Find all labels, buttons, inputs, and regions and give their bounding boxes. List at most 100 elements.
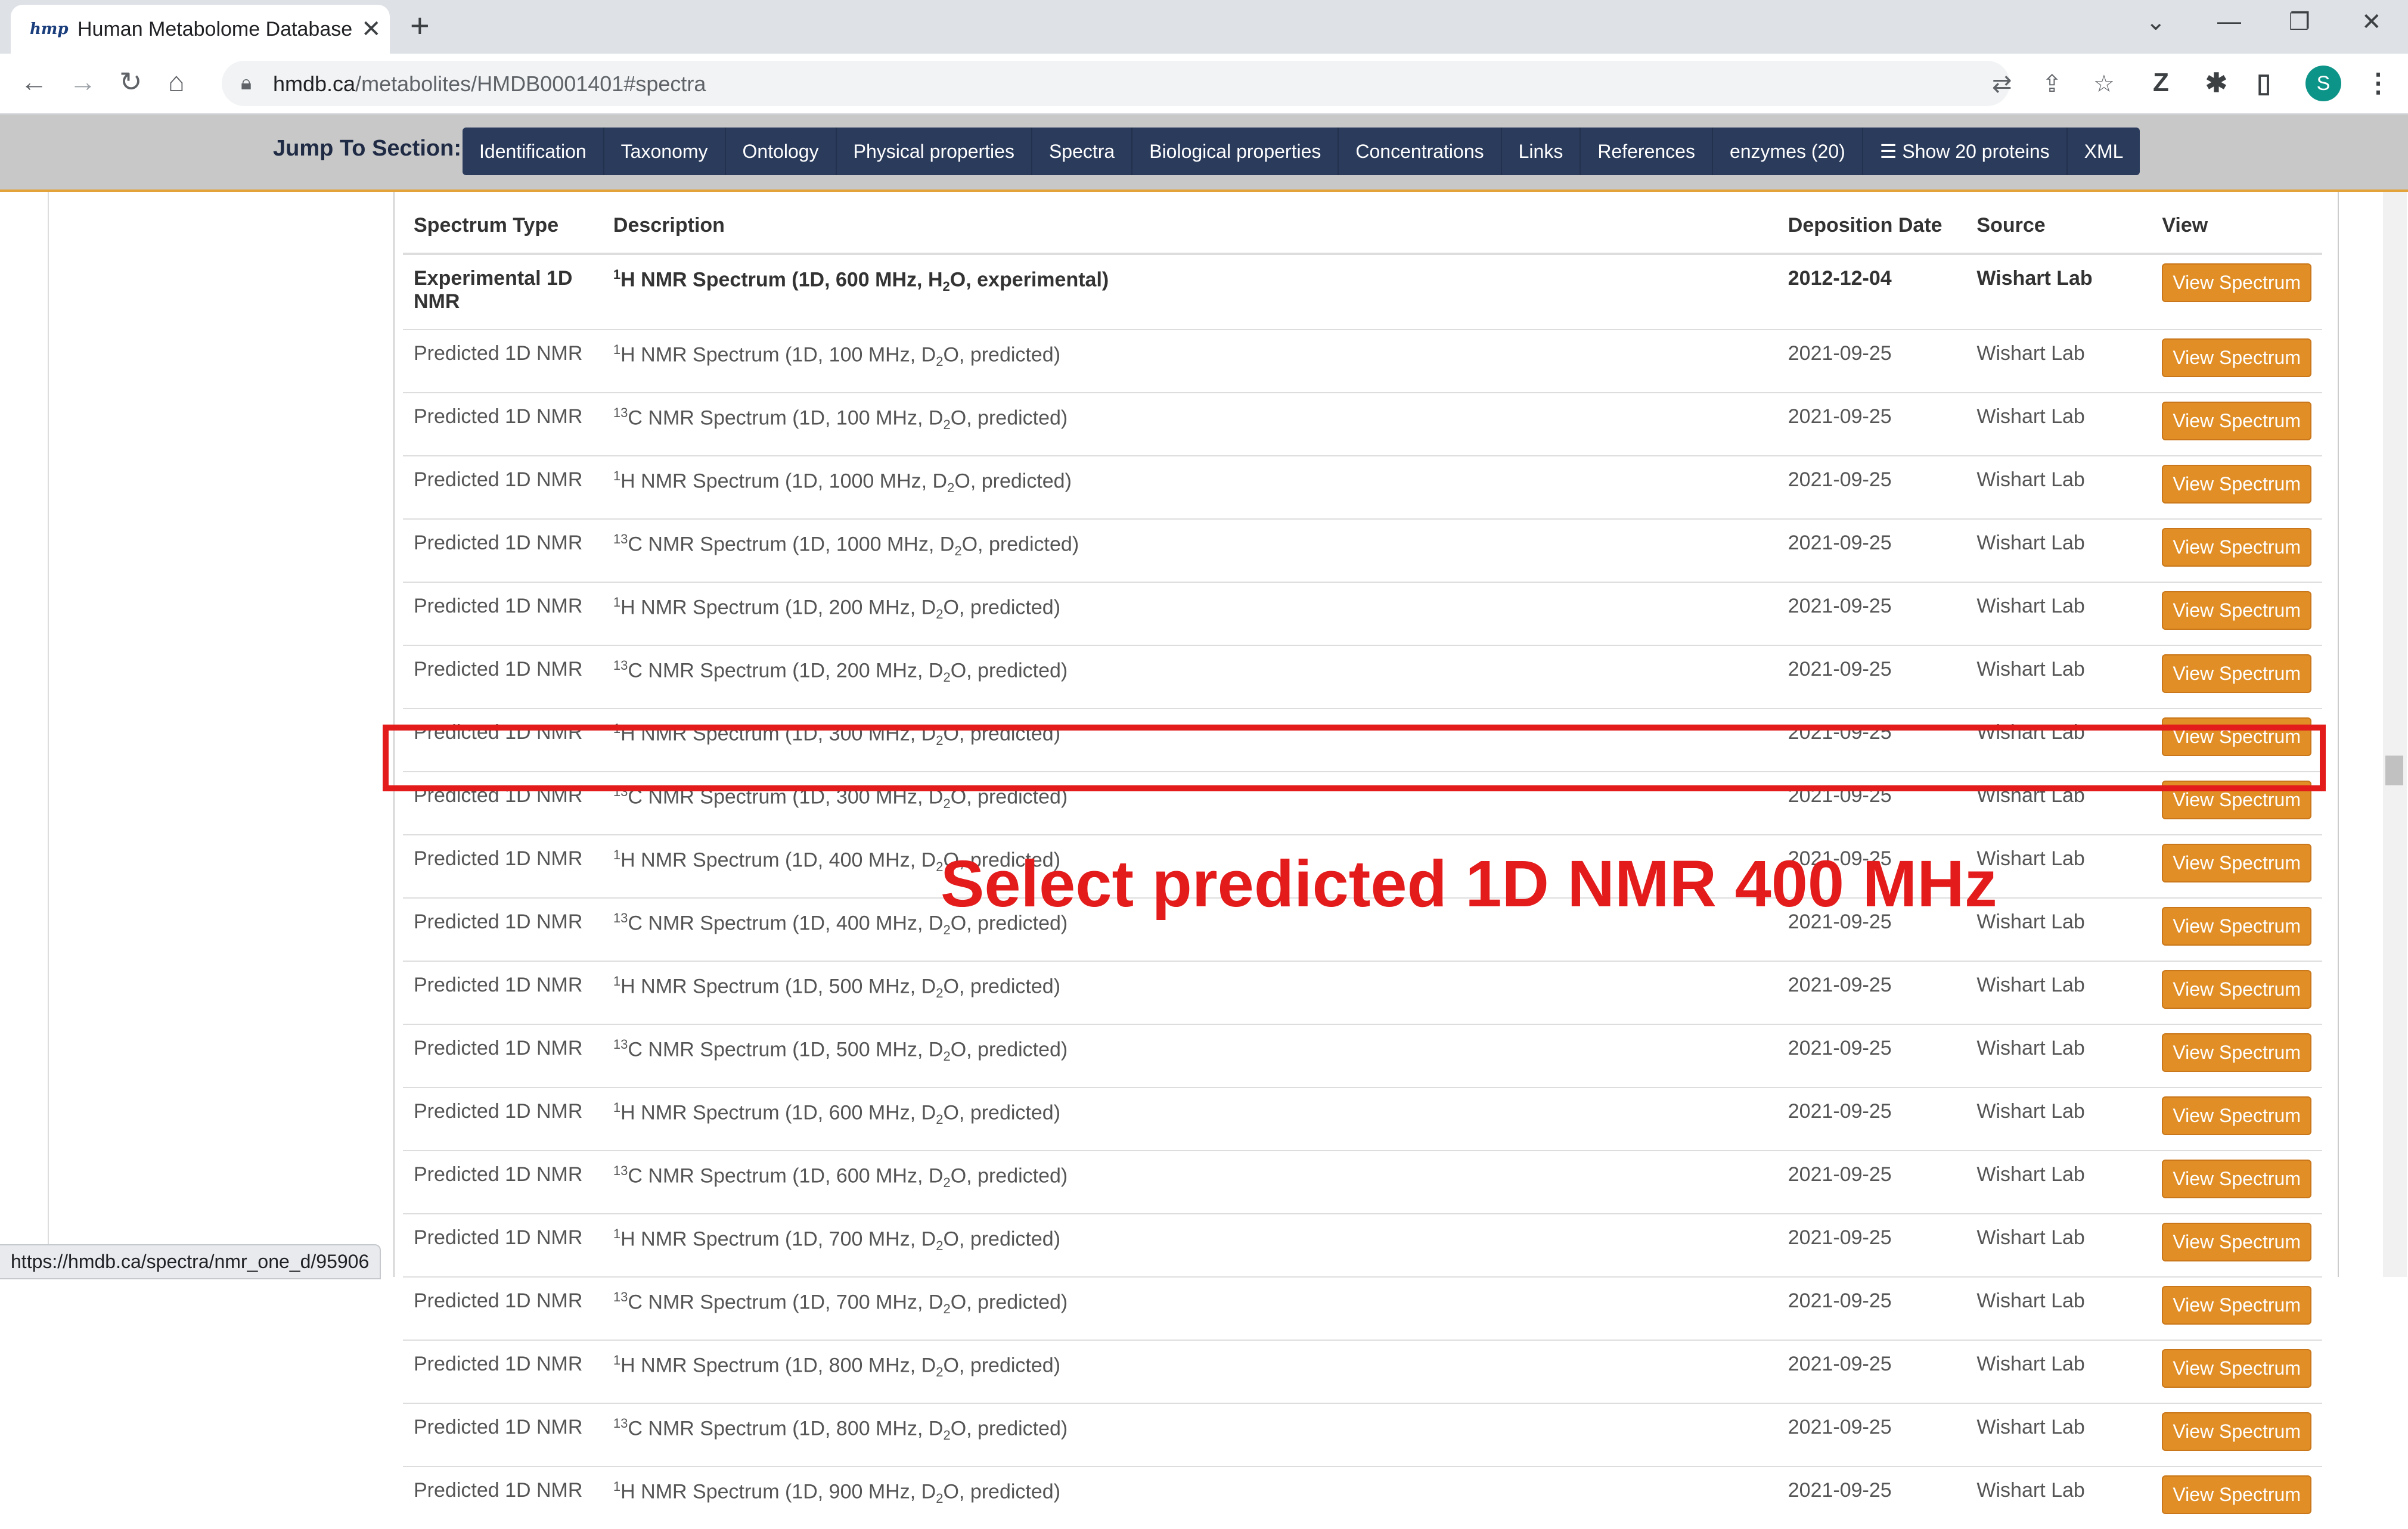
nucleus-text: C [628,1038,643,1061]
view-spectrum-button[interactable]: View Spectrum [2162,907,2311,946]
solvent-end-text: O [950,1164,967,1188]
isotope-number: 1 [613,595,621,610]
frequency-text: 500 MHz [828,975,910,998]
cell-deposition-date: 2012-12-04 [1777,253,1966,330]
cell-source: Wishart Lab [1966,1403,2152,1466]
jump-link-physical-properties[interactable]: Physical properties [837,128,1032,175]
translate-icon[interactable]: ⇄ [1992,70,2012,98]
view-spectrum-button[interactable]: View Spectrum [2162,1223,2311,1261]
frequency-text: 800 MHz [836,1417,917,1440]
profile-avatar[interactable]: S [2305,66,2341,101]
view-spectrum-button[interactable]: View Spectrum [2162,1412,2311,1451]
solvent-subscript: 2 [943,1428,951,1443]
nucleus-text: H [620,975,635,998]
isotope-number: 1 [613,1353,621,1368]
jump-link-spectra[interactable]: Spectra [1032,128,1133,175]
isotope-number: 13 [613,1289,628,1304]
cell-view: View Spectrum [2151,645,2322,708]
nucleus-text: C [628,1291,643,1314]
solvent-subscript: 2 [943,922,951,938]
jump-link-enzymes[interactable]: enzymes (20) [1713,128,1863,175]
mode-text: predicted [978,1291,1061,1314]
spectrum-type-text: Predicted 1D NMR [414,595,583,617]
cell-source: Wishart Lab [1966,1466,2152,1529]
solvent-subscript: 2 [943,1175,951,1191]
zotero-extension-icon[interactable]: Z [2153,68,2169,98]
source-text: Wishart Lab [1976,405,2085,428]
view-spectrum-button[interactable]: View Spectrum [2162,1349,2311,1388]
cell-view: View Spectrum [2151,1403,2322,1466]
scrollbar-thumb[interactable] [2385,756,2403,785]
cell-source: Wishart Lab [1966,1340,2152,1403]
view-spectrum-button[interactable]: View Spectrum [2162,1160,2311,1198]
bookmark-star-icon[interactable]: ☆ [2093,70,2115,98]
source-text: Wishart Lab [1976,1100,2085,1123]
view-spectrum-button[interactable]: View Spectrum [2162,654,2311,693]
scrollbar-track[interactable] [2383,192,2407,1277]
close-window-icon[interactable]: ✕ [2362,8,2382,36]
jump-link-identification[interactable]: Identification [463,128,604,175]
extensions-puzzle-icon[interactable]: ✱ [2205,68,2227,98]
jump-link-xml[interactable]: XML [2068,128,2140,175]
view-spectrum-button[interactable]: View Spectrum [2162,338,2311,377]
isotope-number: 13 [613,405,628,420]
close-tab-icon[interactable]: ✕ [361,15,381,43]
share-icon[interactable]: ⇪ [2042,70,2062,98]
reload-icon[interactable]: ↻ [119,66,142,98]
frequency-text: 200 MHz [828,596,910,619]
jump-link-links[interactable]: Links [1502,128,1581,175]
nucleus-text: H [620,268,635,291]
address-bar[interactable]: 🔒︎ hmdb.ca/metabolites/HMDB0001401#spect… [222,61,2115,106]
back-arrow-icon[interactable]: ← [20,66,48,98]
cell-description: 13C NMR Spectrum (1D, 500 MHz, D2O, pred… [602,1024,1777,1087]
lock-icon[interactable]: 🔒︎ [241,72,252,95]
browser-tab[interactable]: hmp Human Metabolome Database: Show ✕ [11,5,390,54]
restore-icon[interactable]: ❐ [2289,8,2310,36]
mode-text: predicted [978,1417,1061,1440]
view-spectrum-button[interactable]: View Spectrum [2162,591,2311,630]
jump-link-taxonomy[interactable]: Taxonomy [604,128,726,175]
solvent-text: D [921,343,936,366]
jump-link-biological-properties[interactable]: Biological properties [1132,128,1339,175]
source-text: Wishart Lab [1976,342,2085,365]
side-panel-icon[interactable]: ▯ [2257,68,2271,98]
cell-spectrum-type: Predicted 1D NMR [403,1466,603,1529]
view-spectrum-button[interactable]: View Spectrum [2162,1033,2311,1072]
view-spectrum-button[interactable]: View Spectrum [2162,844,2311,882]
deposition-date-text: 2021-09-25 [1788,468,1892,491]
jump-link-concentrations[interactable]: Concentrations [1339,128,1502,175]
tab-search-chevron-icon[interactable]: ⌄ [2146,8,2166,36]
view-spectrum-button[interactable]: View Spectrum [2162,970,2311,1009]
header-deposition-date: Deposition Date [1777,192,1966,255]
cell-view: View Spectrum [2151,1213,2322,1277]
cell-deposition-date: 2021-09-25 [1777,1403,1966,1466]
nucleus-text: C [628,406,643,430]
new-tab-icon[interactable]: + [410,6,430,45]
view-spectrum-button[interactable]: View Spectrum [2162,1096,2311,1135]
forward-arrow-icon[interactable]: → [69,66,97,98]
view-spectrum-button[interactable]: View Spectrum [2162,263,2311,302]
nucleus-text: H [620,1101,635,1124]
home-icon[interactable]: ⌂ [168,66,185,98]
jump-link-show-proteins-label: Show 20 proteins [1902,141,2050,162]
cell-deposition-date: 2021-09-25 [1777,1340,1966,1403]
browser-menu-icon[interactable]: ⋮ [2365,68,2391,98]
view-spectrum-button[interactable]: View Spectrum [2162,528,2311,567]
solvent-subscript: 2 [943,1049,951,1064]
jump-to-section-bar: Jump To Section: Identification Taxonomy… [0,114,2408,192]
view-spectrum-button[interactable]: View Spectrum [2162,402,2311,440]
cell-deposition-date: 2021-09-25 [1777,1213,1966,1277]
isotope-number: 13 [613,1416,628,1431]
solvent-text: D [928,1164,944,1188]
minimize-icon[interactable]: — [2217,8,2241,35]
jump-link-show-proteins[interactable]: ☰ Show 20 proteins [1863,128,2068,175]
cell-view: View Spectrum [2151,897,2322,961]
solvent-end-text: O [943,596,959,619]
view-spectrum-button[interactable]: View Spectrum [2162,1286,2311,1325]
cell-view: View Spectrum [2151,961,2322,1024]
view-spectrum-button[interactable]: View Spectrum [2162,465,2311,504]
view-spectrum-button[interactable]: View Spectrum [2162,1475,2311,1514]
jump-link-references[interactable]: References [1581,128,1713,175]
url-text[interactable]: hmdb.ca/metabolites/HMDB0001401#spectra [273,72,706,97]
jump-link-ontology[interactable]: Ontology [726,128,837,175]
